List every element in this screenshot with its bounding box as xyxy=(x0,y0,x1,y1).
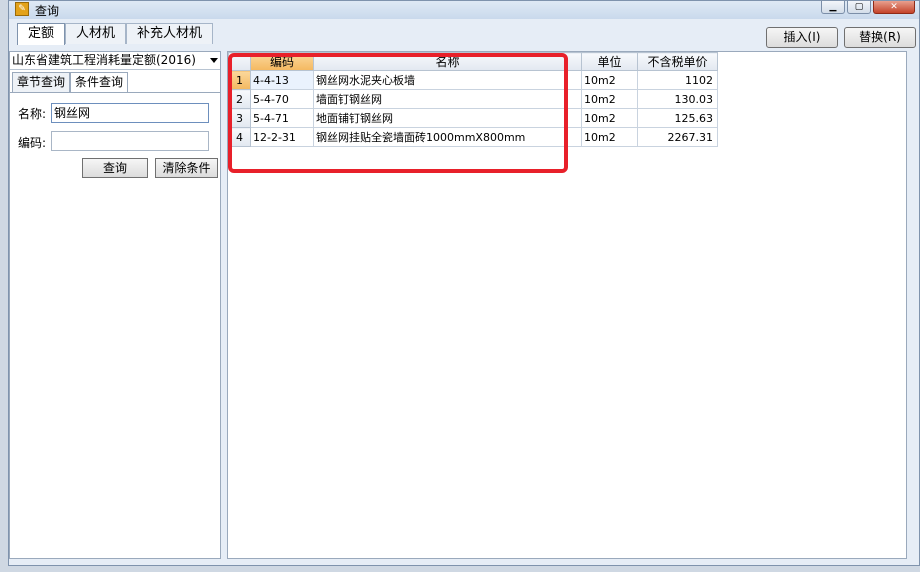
cell-code[interactable]: 5-4-71 xyxy=(250,108,314,128)
cell-code[interactable]: 12-2-31 xyxy=(250,127,314,147)
clear-conditions-button[interactable]: 清除条件 xyxy=(155,158,218,178)
row-number[interactable]: 4 xyxy=(228,127,251,147)
tab-chapter-query[interactable]: 章节查询 xyxy=(12,72,71,92)
cell-code[interactable]: 5-4-70 xyxy=(250,89,314,109)
cell-price[interactable]: 130.03 xyxy=(637,89,718,109)
row-number[interactable]: 3 xyxy=(228,108,251,128)
tab-condition-query[interactable]: 条件查询 xyxy=(70,72,129,93)
replace-button[interactable]: 替换(R) xyxy=(844,27,916,48)
cell-price[interactable]: 125.63 xyxy=(637,108,718,128)
cell-name[interactable]: 钢丝网水泥夹心板墙 xyxy=(313,70,582,90)
dropdown-arrow-icon[interactable] xyxy=(210,58,218,63)
name-input[interactable]: 钢丝网 xyxy=(51,103,209,123)
query-button[interactable]: 查询 xyxy=(82,158,148,178)
header-unit[interactable]: 单位 xyxy=(581,52,638,71)
header-name[interactable]: 名称 xyxy=(313,52,582,71)
minimize-button[interactable]: ▁ xyxy=(821,1,845,14)
table-row[interactable]: 4 12-2-31 钢丝网挂贴全瓷墙面砖1000mmX800mm 10m2 22… xyxy=(228,127,718,147)
cell-name[interactable]: 地面铺钉钢丝网 xyxy=(313,108,582,128)
maximize-button[interactable]: ▢ xyxy=(847,1,871,14)
tab-materials[interactable]: 人材机 xyxy=(65,23,127,44)
table-row[interactable]: 3 5-4-71 地面铺钉钢丝网 10m2 125.63 xyxy=(228,108,718,128)
results-table: 编码 名称 单位 不含税单价 1 4-4-13 钢丝网水泥夹心板墙 10m2 1… xyxy=(228,52,718,147)
table-header-row: 编码 名称 单位 不含税单价 xyxy=(228,52,718,71)
table-row[interactable]: 1 4-4-13 钢丝网水泥夹心板墙 10m2 1102 xyxy=(228,70,718,90)
cell-name[interactable]: 墙面钉钢丝网 xyxy=(313,89,582,109)
tab-supplementary-materials[interactable]: 补充人材机 xyxy=(126,23,214,44)
cell-unit[interactable]: 10m2 xyxy=(581,89,638,109)
app-icon: ✎ xyxy=(15,2,29,16)
tab-divider xyxy=(10,92,220,93)
close-button[interactable]: ✕ xyxy=(873,1,915,14)
header-corner[interactable] xyxy=(228,52,251,71)
query-mode-tabs: 章节查询 条件查询 xyxy=(12,72,129,93)
quota-database-value: 山东省建筑工程消耗量定额(2016) xyxy=(12,53,196,67)
left-panel: 山东省建筑工程消耗量定额(2016) 章节查询 条件查询 名称: 钢丝网 编码:… xyxy=(9,51,221,559)
quota-database-select[interactable]: 山东省建筑工程消耗量定额(2016) xyxy=(10,52,220,70)
top-tabs: 定额 人材机 补充人材机 xyxy=(17,23,214,45)
cell-unit[interactable]: 10m2 xyxy=(581,70,638,90)
code-label: 编码: xyxy=(18,136,47,150)
cell-unit[interactable]: 10m2 xyxy=(581,127,638,147)
window-title: 查询 xyxy=(35,4,60,18)
table-row[interactable]: 2 5-4-70 墙面钉钢丝网 10m2 130.03 xyxy=(228,89,718,109)
cell-code[interactable]: 4-4-13 xyxy=(250,70,314,90)
header-code[interactable]: 编码 xyxy=(250,52,314,71)
insert-button[interactable]: 插入(I) xyxy=(766,27,838,48)
name-label: 名称: xyxy=(18,107,47,121)
cell-price[interactable]: 1102 xyxy=(637,70,718,90)
results-panel: 编码 名称 单位 不含税单价 1 4-4-13 钢丝网水泥夹心板墙 10m2 1… xyxy=(227,51,907,559)
row-number[interactable]: 2 xyxy=(228,89,251,109)
code-input[interactable] xyxy=(51,131,209,151)
row-number[interactable]: 1 xyxy=(228,70,251,90)
cell-price[interactable]: 2267.31 xyxy=(637,127,718,147)
header-price-excl-tax[interactable]: 不含税单价 xyxy=(637,52,718,71)
tab-quota[interactable]: 定额 xyxy=(17,23,66,45)
title-bar[interactable]: ✎ 查询 ▁ ▢ ✕ xyxy=(9,1,919,19)
cell-name[interactable]: 钢丝网挂贴全瓷墙面砖1000mmX800mm xyxy=(313,127,582,147)
window-controls: ▁ ▢ ✕ xyxy=(821,1,915,15)
cell-unit[interactable]: 10m2 xyxy=(581,108,638,128)
